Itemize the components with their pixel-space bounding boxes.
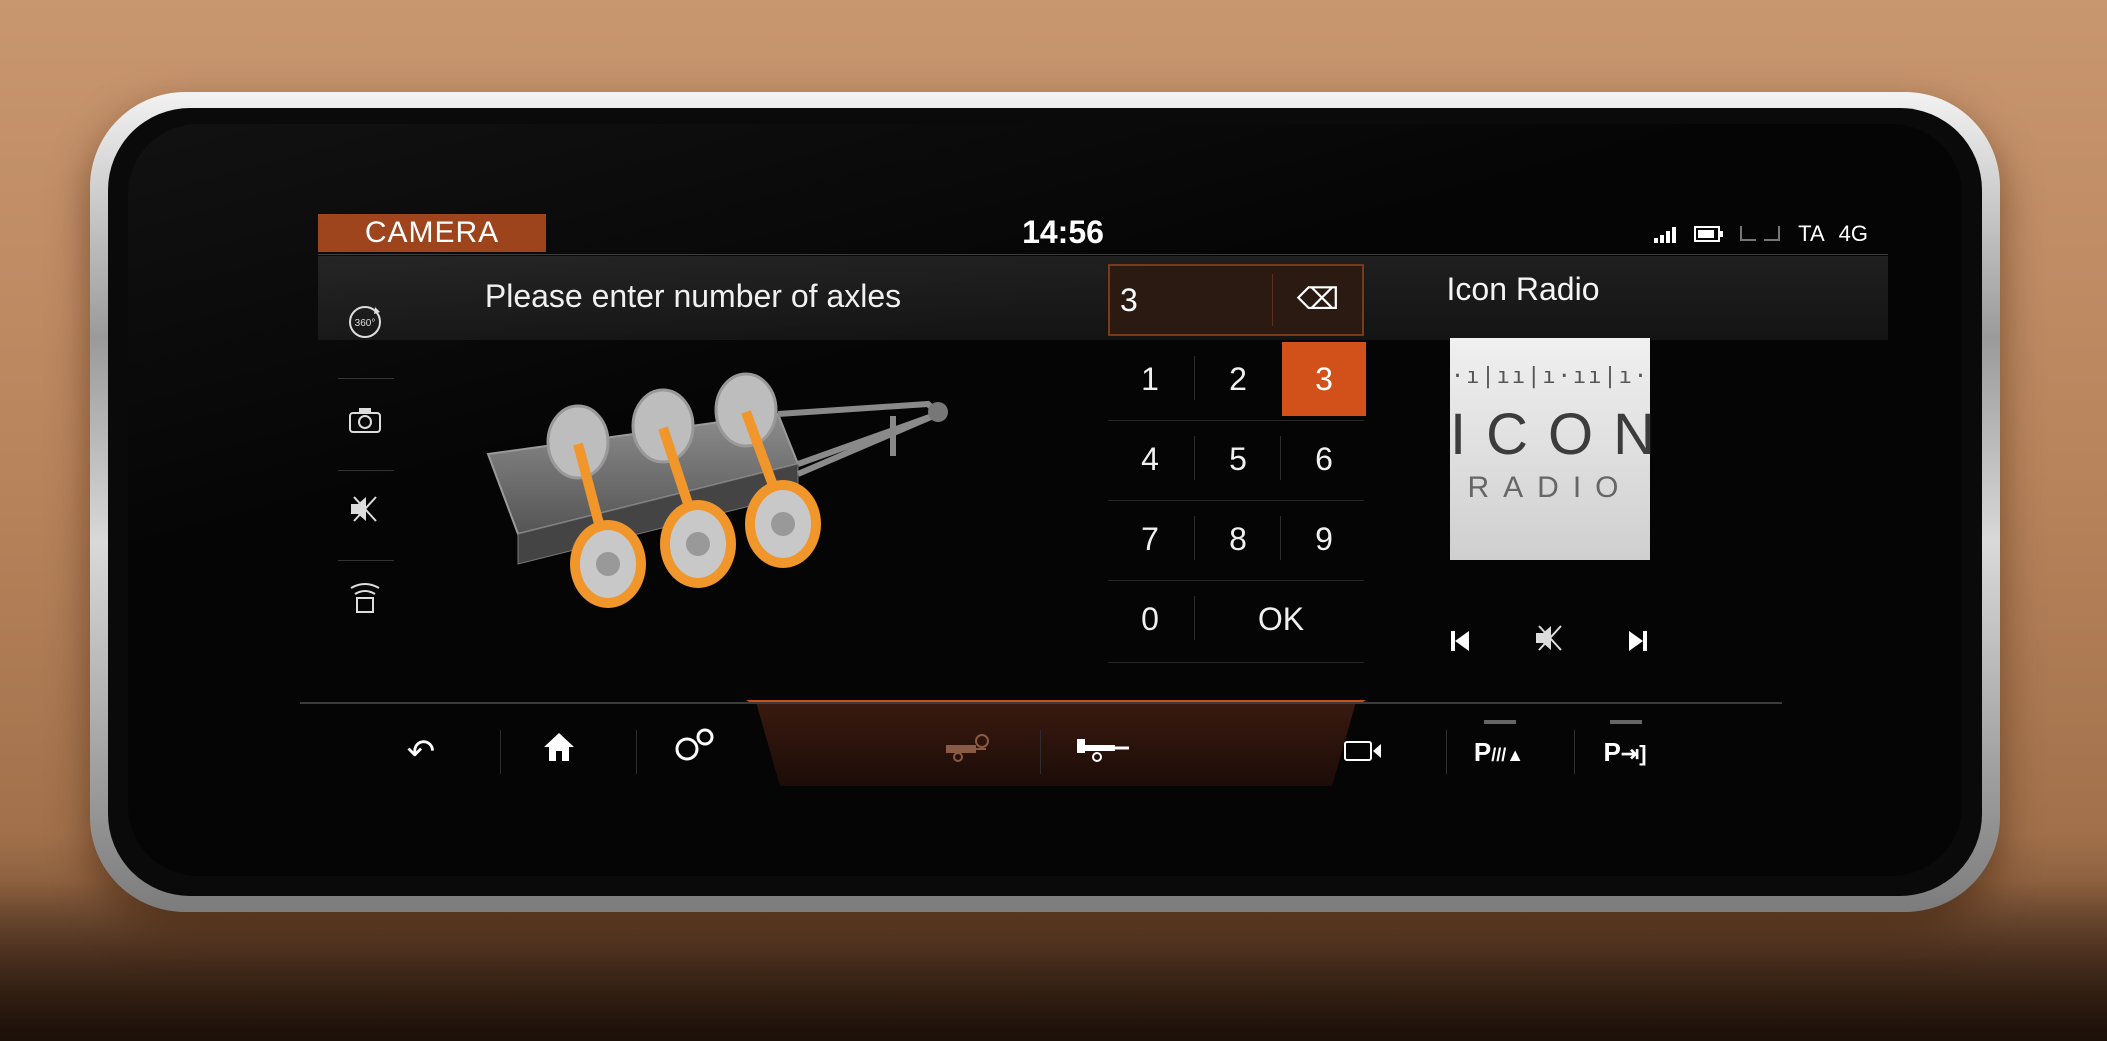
key-9[interactable]: 9 xyxy=(1282,502,1366,576)
key-0[interactable]: 0 xyxy=(1108,582,1192,656)
key-divider xyxy=(1194,596,1195,640)
park-assist-glyph: ///▲ xyxy=(1491,745,1525,765)
nav-divider xyxy=(636,730,637,774)
logo-waveform: ·ı|ıı|ı·ıı|ı· xyxy=(1450,364,1650,389)
key-8[interactable]: 8 xyxy=(1196,502,1280,576)
park-exit-button[interactable]: P⇥] xyxy=(1580,722,1670,782)
key-5[interactable]: 5 xyxy=(1196,422,1280,496)
key-divider xyxy=(1280,516,1281,560)
side-divider xyxy=(338,378,394,379)
clock: 14:56 xyxy=(1022,214,1104,250)
logo-line-2: RADIO xyxy=(1467,471,1633,504)
key-6[interactable]: 6 xyxy=(1282,422,1366,496)
side-divider xyxy=(338,470,394,471)
trailer-icon[interactable] xyxy=(1058,722,1148,782)
next-track-icon[interactable] xyxy=(1608,618,1668,670)
key-divider xyxy=(1194,436,1195,480)
nav-divider xyxy=(1446,730,1447,774)
station-logo: ·ı|ıı|ı·ıı|ı· ICON RADIO xyxy=(1450,338,1675,560)
mute-icon[interactable] xyxy=(1520,618,1580,670)
park-assist-label: P xyxy=(1473,737,1492,767)
network-label: 4G xyxy=(1838,221,1868,246)
status-divider xyxy=(318,254,1888,255)
key-row-divider xyxy=(1108,580,1364,581)
infotainment-screen: CAMERA 14:56 TA 4G Please enter number o… xyxy=(128,124,1962,876)
side-divider xyxy=(338,560,394,561)
park-exit-label: P xyxy=(1603,737,1621,767)
park-exit-glyph: ⇥] xyxy=(1620,741,1647,766)
key-divider xyxy=(1194,356,1195,400)
key-4[interactable]: 4 xyxy=(1108,422,1192,496)
key-row-divider xyxy=(1108,500,1364,501)
key-row-divider xyxy=(1108,420,1364,421)
ok-button[interactable]: OK xyxy=(1196,582,1366,656)
svg-text:360°: 360° xyxy=(355,318,376,329)
signal-icon xyxy=(1654,227,1677,243)
back-icon[interactable]: ↶ xyxy=(376,722,466,782)
nav-divider xyxy=(1040,730,1041,774)
axle-count-value: 3 xyxy=(1120,282,1138,318)
park-assist-button[interactable]: P///▲ xyxy=(1454,722,1544,782)
key-3[interactable]: 3 xyxy=(1282,342,1366,416)
traffic-announcement-label: TA xyxy=(1798,221,1825,246)
previous-track-icon[interactable] xyxy=(1430,618,1490,670)
station-name: Icon Radio xyxy=(1446,271,1600,307)
active-nav-tab xyxy=(756,702,1356,786)
status-icons: TA 4G xyxy=(1488,216,1868,252)
camera-icon[interactable] xyxy=(332,392,398,458)
key-divider xyxy=(1194,516,1195,560)
entry-divider xyxy=(1272,274,1273,326)
trailer-add-icon[interactable] xyxy=(922,722,1012,782)
camera-view-icon[interactable] xyxy=(1318,722,1408,782)
parking-sensor-icon[interactable] xyxy=(332,572,398,638)
360-view-icon[interactable]: 360° xyxy=(332,300,398,366)
key-1[interactable]: 1 xyxy=(1108,342,1192,416)
trailer-illustration xyxy=(486,372,948,608)
key-2[interactable]: 2 xyxy=(1196,342,1280,416)
nav-divider xyxy=(500,730,501,774)
seat-icon xyxy=(1740,226,1781,241)
key-7[interactable]: 7 xyxy=(1108,502,1192,576)
backspace-icon[interactable]: ⌫ xyxy=(1278,274,1358,326)
app-title-tab[interactable]: CAMERA xyxy=(318,214,546,252)
battery-icon xyxy=(1694,226,1724,242)
nav-divider xyxy=(1574,730,1575,774)
home-icon[interactable] xyxy=(514,722,604,782)
key-divider xyxy=(1280,436,1281,480)
key-row-divider xyxy=(1108,662,1364,663)
mute-icon[interactable] xyxy=(332,482,398,548)
settings-icon[interactable] xyxy=(650,722,740,782)
prompt-text: Please enter number of axles xyxy=(484,278,902,314)
nav-divider xyxy=(300,702,1782,704)
logo-line-1: ICON xyxy=(1450,402,1675,467)
